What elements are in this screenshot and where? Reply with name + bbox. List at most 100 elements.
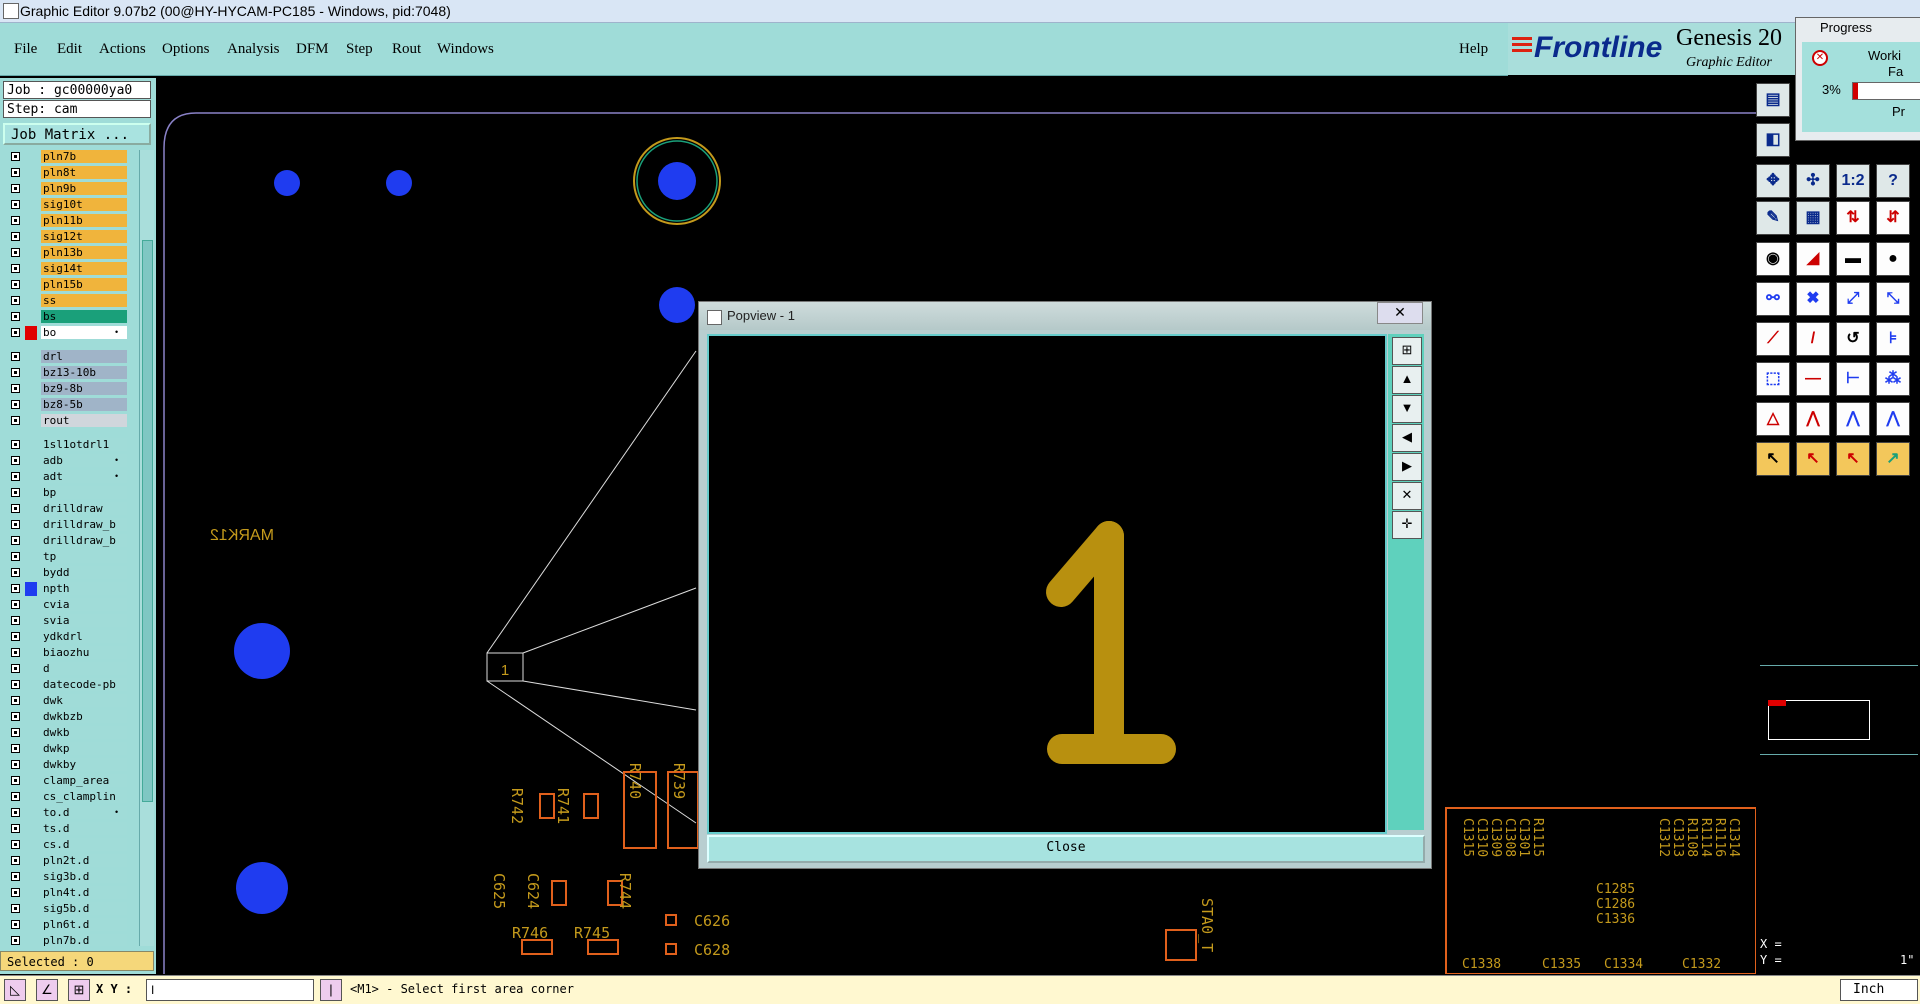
layer-row[interactable]: adt • bbox=[3, 470, 137, 484]
layer-row[interactable]: pln4t.d bbox=[3, 886, 137, 900]
tool-measure-icon[interactable]: ⊢ bbox=[1836, 362, 1870, 396]
menu-edit[interactable]: Edit bbox=[57, 41, 82, 58]
layer-row[interactable]: pln13b bbox=[3, 246, 137, 260]
layer-row[interactable]: svia bbox=[3, 614, 137, 628]
layer-row[interactable]: dwkp bbox=[3, 742, 137, 756]
menu-step[interactable]: Step bbox=[346, 41, 373, 58]
tool-connect-icon[interactable]: ⤢ bbox=[1836, 282, 1870, 316]
layer-name[interactable]: cvia bbox=[41, 598, 127, 611]
layer-row[interactable]: bo • bbox=[3, 326, 137, 340]
layer-checkbox[interactable] bbox=[11, 520, 20, 529]
tool-zoom-1to2-icon[interactable]: 1:2 bbox=[1836, 164, 1870, 198]
popview-tool-pan-left-icon[interactable]: ◀ bbox=[1392, 424, 1422, 452]
tool-zoom-center-icon[interactable]: ✣ bbox=[1796, 164, 1830, 198]
tool-help-icon[interactable]: ? bbox=[1876, 164, 1910, 198]
menu-file[interactable]: File bbox=[14, 41, 37, 58]
layer-row[interactable]: ss bbox=[3, 294, 137, 308]
layer-checkbox[interactable] bbox=[11, 696, 20, 705]
layer-name[interactable]: dwkp bbox=[41, 742, 127, 755]
tool-angle-icon[interactable]: ⋀ bbox=[1796, 402, 1830, 436]
layer-row[interactable]: dwkby bbox=[3, 758, 137, 772]
grid-mode-icon[interactable]: ⊞ bbox=[68, 979, 90, 1001]
layer-checkbox[interactable] bbox=[11, 856, 20, 865]
layer-name[interactable]: sig5b.d bbox=[41, 902, 127, 915]
layer-row[interactable]: pln15b bbox=[3, 278, 137, 292]
layer-name[interactable]: bs bbox=[41, 310, 127, 323]
layer-name[interactable]: drilldraw_b bbox=[41, 534, 127, 547]
tool-cross-icon[interactable]: ✖ bbox=[1796, 282, 1830, 316]
xy-input[interactable]: I bbox=[146, 979, 314, 1001]
layer-name[interactable]: pln15b bbox=[41, 278, 127, 291]
popview-canvas[interactable] bbox=[707, 334, 1387, 834]
layer-checkbox[interactable] bbox=[11, 920, 20, 929]
layer-row[interactable]: sig3b.d bbox=[3, 870, 137, 884]
popview-close-button[interactable]: Close bbox=[707, 835, 1425, 863]
layer-row[interactable]: ts.d bbox=[3, 822, 137, 836]
menu-actions[interactable]: Actions bbox=[99, 41, 146, 58]
layer-checkbox[interactable] bbox=[11, 504, 20, 513]
layer-row[interactable]: bydd bbox=[3, 566, 137, 580]
job-matrix-button[interactable]: Job Matrix ... bbox=[3, 123, 151, 145]
layer-row[interactable]: biaozhu bbox=[3, 646, 137, 660]
layer-row[interactable]: rout bbox=[3, 414, 137, 428]
layer-checkbox[interactable] bbox=[11, 680, 20, 689]
layer-row[interactable]: drilldraw_b bbox=[3, 518, 137, 532]
layer-row[interactable]: bz13-10b bbox=[3, 366, 137, 380]
layer-checkbox[interactable] bbox=[11, 712, 20, 721]
tool-circle-icon[interactable]: ● bbox=[1876, 242, 1910, 276]
layer-checkbox[interactable] bbox=[11, 456, 20, 465]
layer-name[interactable]: dwkby bbox=[41, 758, 127, 771]
popview-tool-pan-down-icon[interactable]: ▼ bbox=[1392, 395, 1422, 423]
layer-name[interactable]: cs.d bbox=[41, 838, 127, 851]
popview-tool-zoom-out-icon[interactable]: ✕ bbox=[1392, 482, 1422, 510]
layer-name[interactable]: ts.d bbox=[41, 822, 127, 835]
layer-name[interactable]: pln8t bbox=[41, 166, 127, 179]
layer-name[interactable]: pln6t.d bbox=[41, 918, 127, 931]
menu-help[interactable]: Help bbox=[1459, 41, 1488, 58]
tool-move-icon[interactable]: ⬚ bbox=[1756, 362, 1790, 396]
tool-clipboard-icon[interactable]: ▤ bbox=[1756, 83, 1790, 117]
layer-row[interactable]: pln8t bbox=[3, 166, 137, 180]
layer-checkbox[interactable] bbox=[11, 936, 20, 945]
layer-row[interactable]: sig12t bbox=[3, 230, 137, 244]
layer-name[interactable]: svia bbox=[41, 614, 127, 627]
tool-minus-icon[interactable]: — bbox=[1796, 362, 1830, 396]
layer-color-swatch[interactable] bbox=[25, 582, 37, 596]
layer-checkbox[interactable] bbox=[11, 744, 20, 753]
popview-tool-pan-right-icon[interactable]: ▶ bbox=[1392, 453, 1422, 481]
layer-row[interactable]: clamp_area bbox=[3, 774, 137, 788]
layer-name[interactable]: drilldraw bbox=[41, 502, 127, 515]
layer-name[interactable]: ss bbox=[41, 294, 127, 307]
layer-row[interactable]: sig10t bbox=[3, 198, 137, 212]
layer-checkbox[interactable] bbox=[11, 232, 20, 241]
popview-tool-home-icon[interactable]: ⊞ bbox=[1392, 337, 1422, 365]
layer-name[interactable]: datecode-pb bbox=[41, 678, 127, 691]
layer-name[interactable]: d bbox=[41, 662, 127, 675]
layer-row[interactable]: bp bbox=[3, 486, 137, 500]
layer-checkbox[interactable] bbox=[11, 600, 20, 609]
tool-net-icon[interactable]: ⚯ bbox=[1756, 282, 1790, 316]
layer-row[interactable]: cs_clamplin bbox=[3, 790, 137, 804]
tool-select-path-icon[interactable]: ↗ bbox=[1876, 442, 1910, 476]
menu-options[interactable]: Options bbox=[162, 41, 210, 58]
layer-name[interactable]: biaozhu bbox=[41, 646, 127, 659]
layer-row[interactable]: pln6t.d bbox=[3, 918, 137, 932]
layer-row[interactable]: bs bbox=[3, 310, 137, 324]
angle-mode-icon[interactable]: ∠ bbox=[36, 979, 58, 1001]
layer-checkbox[interactable] bbox=[11, 776, 20, 785]
layer-checkbox[interactable] bbox=[11, 488, 20, 497]
layer-row[interactable]: dwk bbox=[3, 694, 137, 708]
menu-windows[interactable]: Windows bbox=[437, 41, 494, 58]
layer-checkbox[interactable] bbox=[11, 568, 20, 577]
layer-scrollbar[interactable] bbox=[139, 150, 154, 946]
layer-name[interactable]: tp bbox=[41, 550, 127, 563]
layer-row[interactable]: drl bbox=[3, 350, 137, 364]
layer-row[interactable]: sig5b.d bbox=[3, 902, 137, 916]
layer-checkbox[interactable] bbox=[11, 384, 20, 393]
snap-mode-icon[interactable]: ◺ bbox=[4, 979, 26, 1001]
tool-select-red-icon[interactable]: ↖ bbox=[1796, 442, 1830, 476]
layer-checkbox[interactable] bbox=[11, 808, 20, 817]
layer-row[interactable]: pln7b bbox=[3, 150, 137, 164]
layer-name[interactable]: pln2t.d bbox=[41, 854, 127, 867]
layer-name[interactable]: drl bbox=[41, 350, 127, 363]
